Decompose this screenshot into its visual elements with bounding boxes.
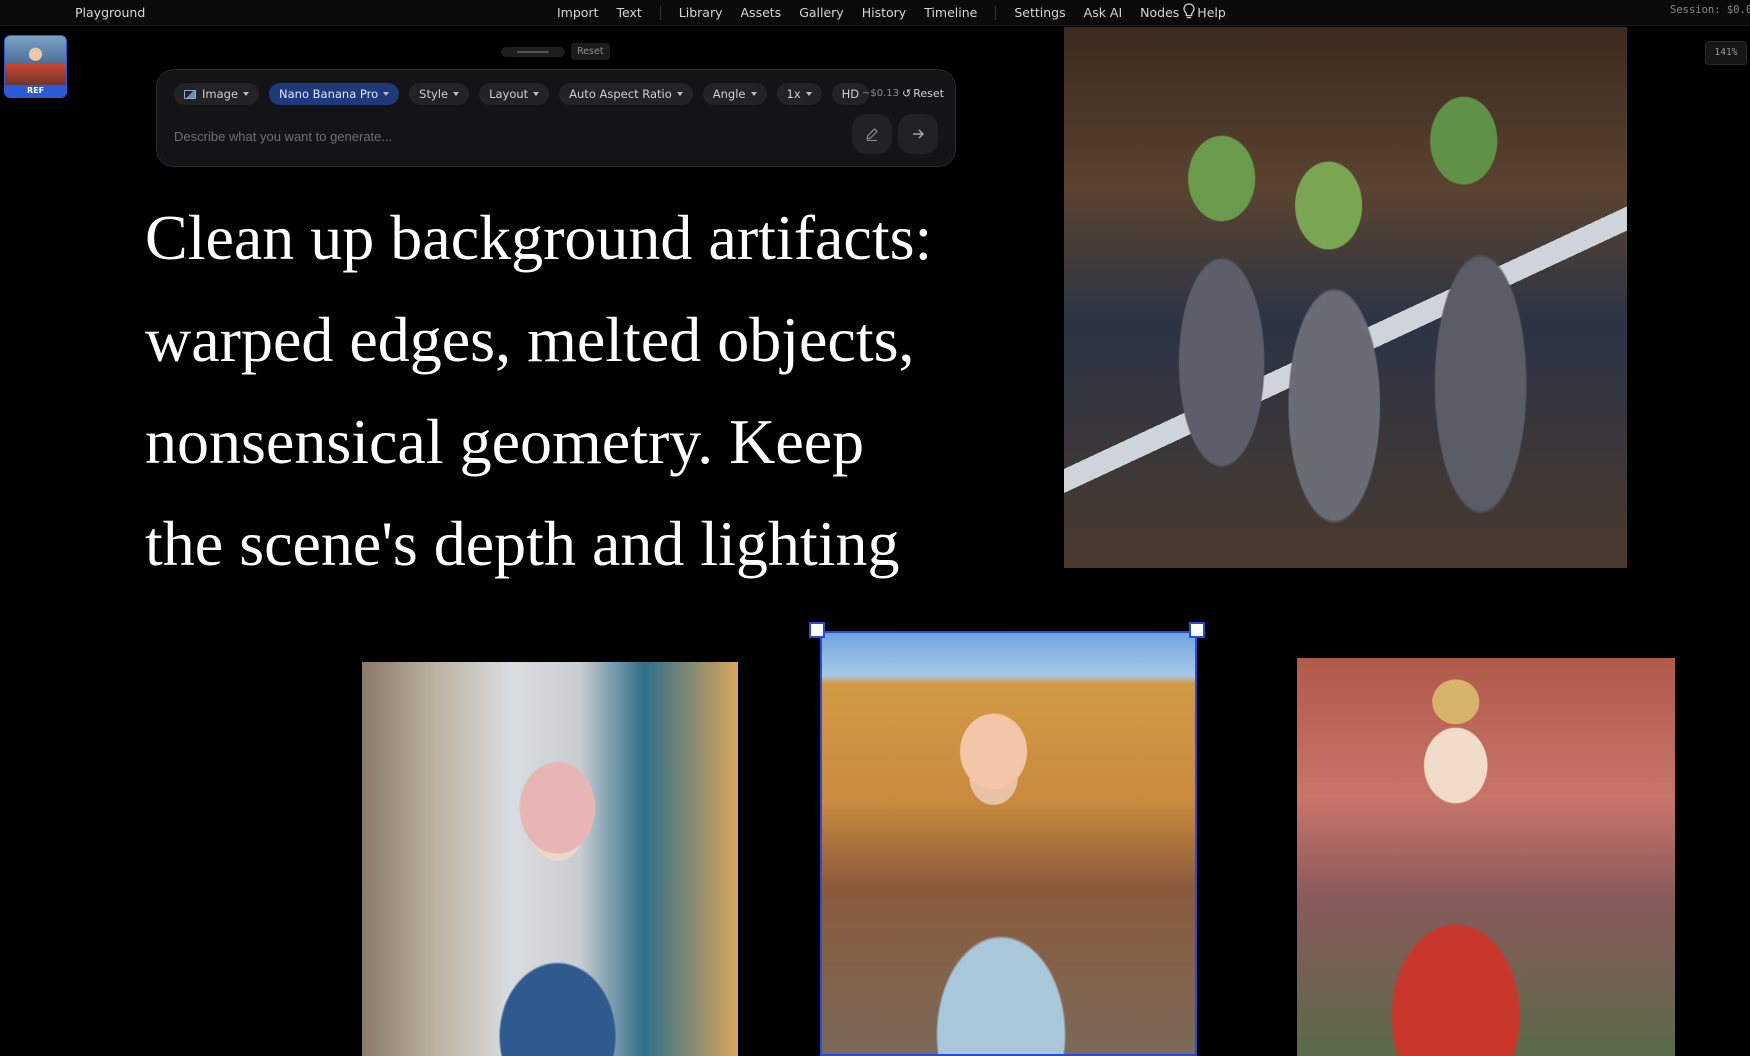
- chip-label: Style: [419, 87, 449, 101]
- menu-item-timeline[interactable]: Timeline: [924, 5, 977, 20]
- chip-label: HD: [841, 87, 860, 101]
- menu-group-import: Import Text Library Assets Gallery Histo…: [557, 5, 1244, 20]
- chevron-down-icon: [805, 92, 812, 96]
- chip-label: Nano Banana Pro: [279, 87, 379, 101]
- arrow-right-icon: [913, 129, 924, 139]
- reset-icon: ↺: [902, 87, 912, 100]
- count-dropdown[interactable]: 1x: [776, 83, 822, 105]
- menu-item-text[interactable]: Text: [617, 5, 642, 20]
- mode-dropdown-image[interactable]: Image: [174, 83, 260, 105]
- menu-item-nodes[interactable]: Nodes: [1140, 5, 1179, 20]
- text-line: warped edges, melted objects,: [145, 304, 915, 375]
- panel-drag-handle[interactable]: [501, 47, 565, 57]
- aspect-ratio-dropdown[interactable]: Auto Aspect Ratio: [559, 83, 693, 105]
- edit-button[interactable]: [852, 114, 892, 154]
- menu-item-import[interactable]: Import: [557, 5, 599, 20]
- resize-handle-top-right[interactable]: [1189, 622, 1205, 638]
- angle-dropdown[interactable]: Angle: [702, 83, 767, 105]
- chip-label: Layout: [489, 87, 529, 101]
- menu-item-history[interactable]: History: [862, 5, 906, 20]
- model-dropdown[interactable]: Nano Banana Pro: [269, 83, 400, 105]
- menu-item-settings[interactable]: Settings: [1014, 5, 1065, 20]
- reset-label: Reset: [913, 87, 944, 100]
- pencil-icon: [866, 128, 878, 141]
- estimated-cost: ~$0.13: [862, 88, 900, 99]
- chip-label: Image: [202, 87, 239, 101]
- menu-item-gallery[interactable]: Gallery: [799, 5, 844, 20]
- chip-label: 1x: [786, 87, 801, 101]
- style-dropdown[interactable]: Style: [409, 83, 470, 105]
- canvas-image-crown-portrait[interactable]: [1297, 658, 1675, 1056]
- canvas-text-node[interactable]: Clean up background artifacts: warped ed…: [145, 187, 1005, 595]
- chevron-down-icon: [453, 92, 460, 96]
- image-icon: [184, 89, 196, 99]
- menu-item-help[interactable]: Help: [1197, 5, 1226, 20]
- generate-button[interactable]: [898, 114, 938, 154]
- panel-reset-button[interactable]: ↺ Reset: [902, 87, 944, 100]
- chevron-down-icon: [676, 92, 683, 96]
- chevron-down-icon: [243, 92, 250, 96]
- text-line: nonsensical geometry. Keep: [145, 406, 865, 477]
- lightbulb-icon[interactable]: [1182, 2, 1196, 22]
- prompt-input[interactable]: [174, 126, 754, 146]
- reference-image-thumbnail[interactable]: REF: [4, 35, 67, 98]
- menu-separator: [995, 5, 997, 20]
- app-title: Playground: [75, 5, 146, 20]
- chip-label: Auto Aspect Ratio: [569, 87, 672, 101]
- chevron-down-icon: [750, 92, 757, 96]
- menu-separator: [659, 5, 661, 20]
- generation-options: Image Nano Banana Pro Style Layout Auto …: [174, 83, 879, 105]
- canvas-reset-button[interactable]: Reset: [571, 43, 610, 60]
- session-cost: Session: $0.00: [1670, 4, 1750, 16]
- layout-dropdown[interactable]: Layout: [479, 83, 550, 105]
- chip-label: Angle: [712, 87, 746, 101]
- chevron-down-icon: [533, 92, 540, 96]
- canvas-image-alien-band[interactable]: [1064, 27, 1627, 568]
- resize-handle-top-left[interactable]: [809, 622, 825, 638]
- canvas-image-pink-hair-street[interactable]: [362, 662, 738, 1056]
- prompt-panel: Image Nano Banana Pro Style Layout Auto …: [156, 69, 956, 167]
- zoom-level[interactable]: 141%: [1705, 41, 1747, 65]
- menu-item-ask-ai[interactable]: Ask AI: [1084, 5, 1123, 20]
- menu-item-assets[interactable]: Assets: [741, 5, 782, 20]
- ref-badge: REF: [5, 85, 66, 97]
- chevron-down-icon: [383, 92, 390, 96]
- text-line: Clean up background artifacts:: [145, 202, 933, 273]
- menu-item-library[interactable]: Library: [679, 5, 723, 20]
- text-line: the scene's depth and lighting: [145, 508, 900, 579]
- menu-bar: Playground Import Text Library Assets Ga…: [0, 0, 1750, 26]
- selection-frame: [820, 631, 1197, 1056]
